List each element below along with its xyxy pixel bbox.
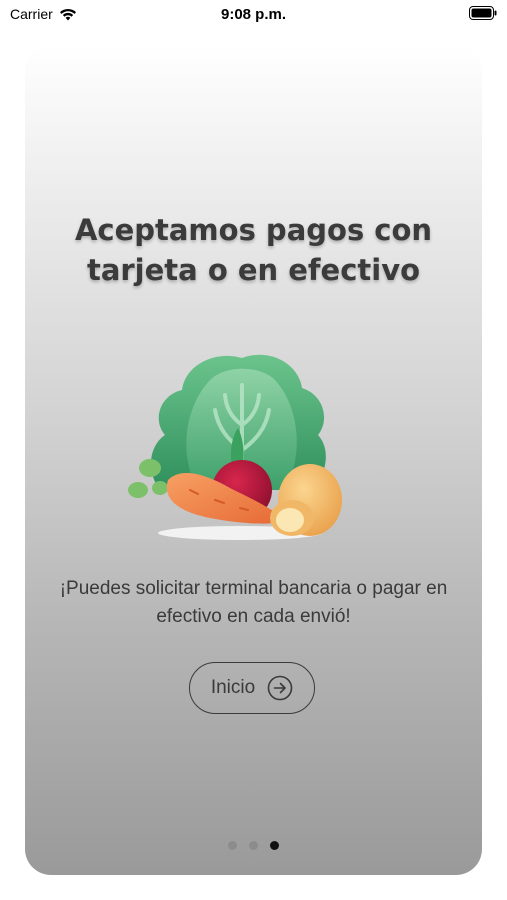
page-dot-2[interactable] <box>249 841 258 850</box>
start-button[interactable]: Inicio <box>189 662 315 714</box>
battery-icon <box>469 6 497 20</box>
arrow-right-circle-icon <box>267 675 293 701</box>
page-dot-3-active[interactable] <box>270 841 279 850</box>
status-time: 9:08 p.m. <box>220 6 287 23</box>
page-description: ¡Puedes solicitar terminal bancaria o pa… <box>59 578 448 627</box>
vegetables-illustration <box>128 354 342 540</box>
onboarding-card: Aceptamos pagos con tarjeta o en efectiv… <box>25 45 482 875</box>
page-title: Aceptamos pagos con tarjeta o en efectiv… <box>74 213 433 287</box>
status-bar: Carrier 9:08 p.m. <box>0 0 507 30</box>
page-dot-1[interactable] <box>228 841 237 850</box>
start-button-label: Inicio <box>210 677 256 698</box>
page-indicator[interactable] <box>25 841 482 850</box>
